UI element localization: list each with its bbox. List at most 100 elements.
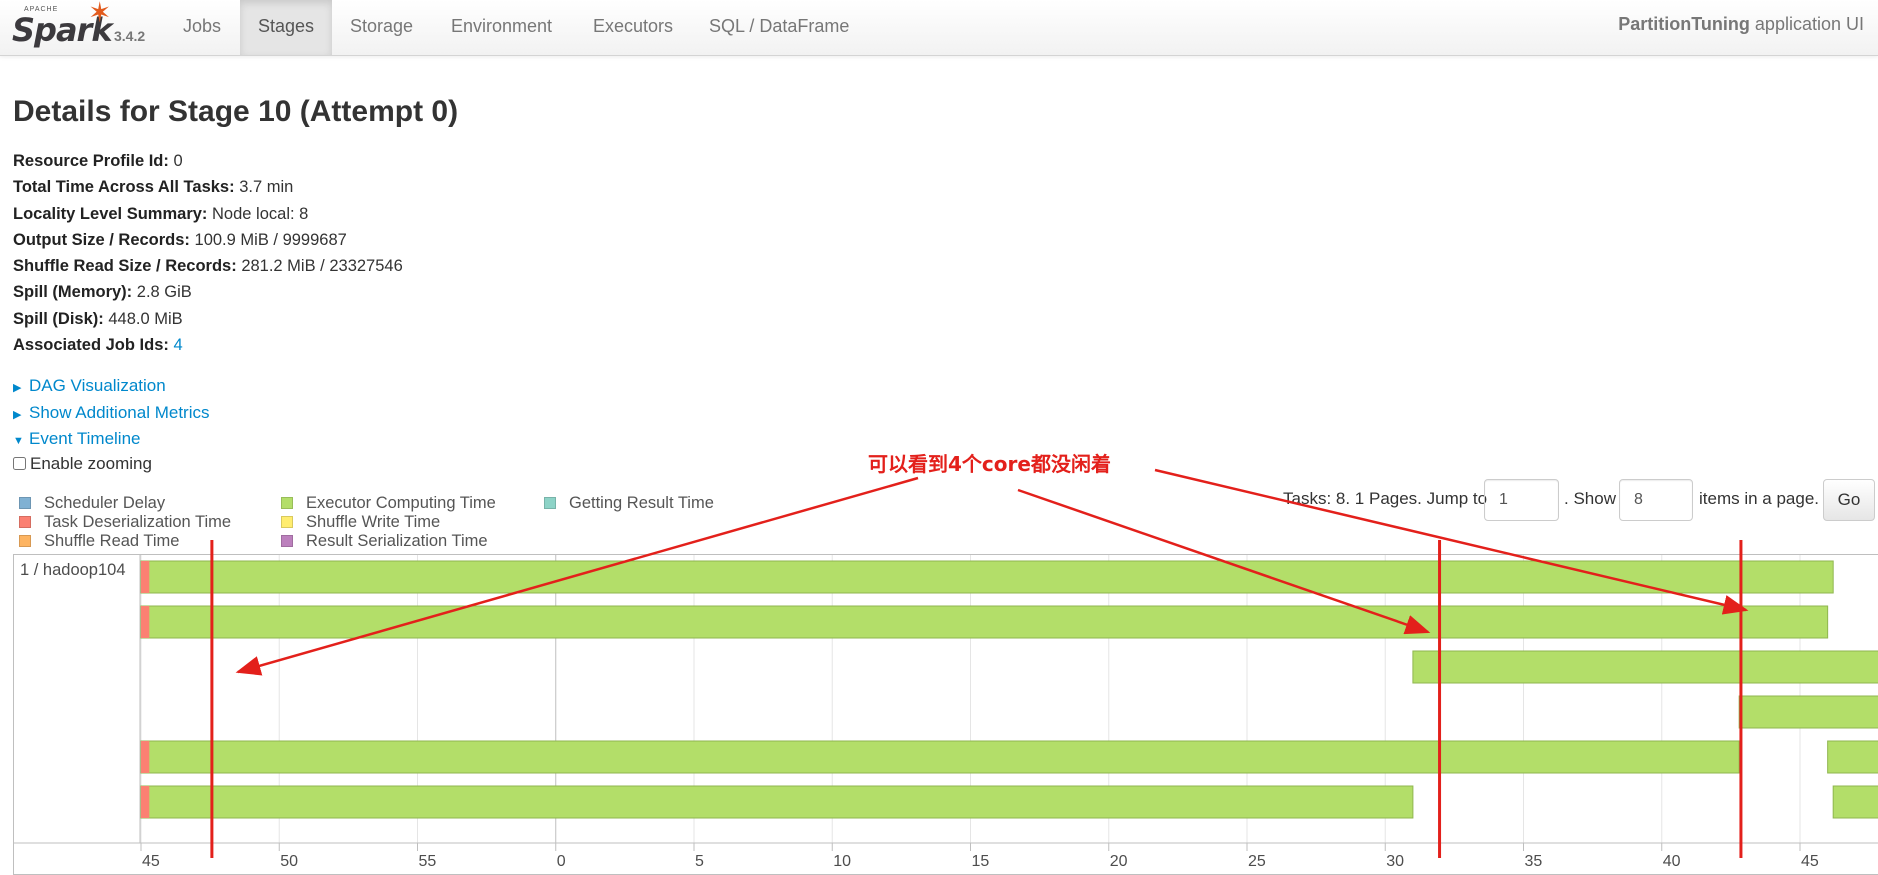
dag-visualization-toggle[interactable]: ▶ DAG Visualization <box>13 376 166 396</box>
axis-tick-label: 45 <box>142 853 160 870</box>
page-size-input[interactable]: 8 <box>1619 479 1693 521</box>
enable-zooming[interactable]: Enable zooming <box>13 454 152 474</box>
caret-right-icon: ▶ <box>13 382 22 394</box>
toggle-label: Event Timeline <box>29 429 141 448</box>
legend-swatch <box>281 497 293 509</box>
summary-job-ids: Associated Job Ids: 4 <box>13 332 403 358</box>
summary-label: Output Size / Records: <box>13 230 190 249</box>
app-name-suffix: application UI <box>1749 14 1864 34</box>
caret-right-icon: ▶ <box>13 409 22 421</box>
timeline-canvas: 45 50 55 0 5 10 15 20 25 30 35 40 45 <box>14 555 1878 870</box>
summary-value: 448.0 MiB <box>108 309 183 328</box>
axis-tick-label: 55 <box>419 853 437 870</box>
legend-executor-computing: Executor Computing Time <box>281 494 496 513</box>
legend-swatch <box>281 516 293 528</box>
stage-summary: Resource Profile Id: 0 Total Time Across… <box>13 148 403 358</box>
legend-label: Task Deserialization Time <box>44 513 232 531</box>
summary-label: Spill (Disk): <box>13 309 104 328</box>
app-name-bold: PartitionTuning <box>1618 14 1750 34</box>
spark-logo[interactable]: APACHE Spark ✶ 3.4.2 <box>10 0 150 52</box>
summary-value: 100.9 MiB / 9999687 <box>194 230 347 249</box>
summary-shuffle-read: Shuffle Read Size / Records: 281.2 MiB /… <box>13 253 403 279</box>
axis-tick-label: 35 <box>1525 853 1543 870</box>
task-bar <box>140 560 1834 594</box>
legend-label: Shuffle Write Time <box>306 513 441 531</box>
axis-tick-label: 45 <box>1801 853 1819 870</box>
show-text: . Show <box>1564 489 1616 508</box>
legend-swatch <box>19 535 31 547</box>
spark-star-icon: ✶ <box>88 0 112 28</box>
legend-label: Getting Result Time <box>569 494 714 512</box>
summary-total-time: Total Time Across All Tasks: 3.7 min <box>13 174 403 200</box>
tab-environment[interactable]: Environment <box>433 0 570 55</box>
tab-storage[interactable]: Storage <box>332 0 431 55</box>
summary-value: Node local: 8 <box>212 204 309 223</box>
legend-label: Executor Computing Time <box>306 494 496 512</box>
axis-tick-label: 5 <box>695 853 704 870</box>
enable-zooming-checkbox[interactable] <box>13 457 26 470</box>
axis-tick-label: 10 <box>833 853 851 870</box>
axis-tick-label: 20 <box>1110 853 1128 870</box>
task-bar <box>140 785 1414 819</box>
axis-tick-label: 25 <box>1248 853 1266 870</box>
tab-jobs[interactable]: Jobs <box>165 0 239 55</box>
legend-task-deserialization: Task Deserialization Time <box>19 513 231 532</box>
legend-scheduler-delay: Scheduler Delay <box>19 494 165 513</box>
task-bar <box>1832 785 1878 819</box>
spark-version: 3.4.2 <box>114 28 146 44</box>
summary-value: 0 <box>173 152 183 170</box>
tasks-count-text: Tasks: 8. 1 Pages. Jump to <box>1283 489 1488 508</box>
job-id-link[interactable]: 4 <box>173 336 182 354</box>
go-button[interactable]: Go <box>1823 479 1875 521</box>
summary-label: Locality Level Summary: <box>13 204 208 223</box>
navbar: APACHE Spark ✶ 3.4.2 Jobs Stages Storage… <box>0 0 1878 56</box>
toggle-label: DAG Visualization <box>29 376 166 395</box>
axis-tick-label: 0 <box>557 853 566 870</box>
event-timeline[interactable]: 45 50 55 0 5 10 15 20 25 30 35 40 45 1 / hadoop104 <box>13 554 1878 875</box>
legend-label: Scheduler Delay <box>44 494 166 512</box>
summary-label: Associated Job Ids: <box>13 336 169 355</box>
summary-label: Spill (Memory): <box>13 283 133 302</box>
enable-zooming-label: Enable zooming <box>30 454 152 473</box>
task-deserialization-segment <box>141 561 150 593</box>
event-timeline-toggle[interactable]: ▼ Event Timeline <box>13 429 141 449</box>
tab-sql-dataframe[interactable]: SQL / DataFrame <box>691 0 867 55</box>
axis-tick-label: 15 <box>972 853 990 870</box>
task-bar <box>1738 695 1878 729</box>
legend-result-serialization: Result Serialization Time <box>281 532 488 551</box>
summary-spill-memory: Spill (Memory): 2.8 GiB <box>13 279 403 305</box>
summary-label: Shuffle Read Size / Records: <box>13 257 237 276</box>
summary-label: Resource Profile Id: <box>13 152 169 170</box>
task-deserialization-segment <box>141 786 150 818</box>
legend-label: Result Serialization Time <box>306 532 488 550</box>
legend-swatch <box>19 497 31 509</box>
page-jump-input[interactable]: 1 <box>1484 479 1559 521</box>
tab-executors[interactable]: Executors <box>575 0 691 55</box>
axis-tick-label: 40 <box>1663 853 1681 870</box>
axis-tick-label: 30 <box>1386 853 1404 870</box>
tab-stages[interactable]: Stages <box>240 0 333 55</box>
summary-value: 281.2 MiB / 23327546 <box>241 257 403 276</box>
axis-tick-label: 50 <box>280 853 298 870</box>
page-title: Details for Stage 10 (Attempt 0) <box>13 95 459 128</box>
task-bar <box>1412 650 1878 684</box>
summary-locality: Locality Level Summary: Node local: 8 <box>13 201 403 227</box>
items-text: items in a page. <box>1699 489 1820 508</box>
additional-metrics-toggle[interactable]: ▶ Show Additional Metrics <box>13 403 209 423</box>
task-bar <box>1827 740 1878 774</box>
summary-output: Output Size / Records: 100.9 MiB / 99996… <box>13 227 403 253</box>
app-name: PartitionTuning application UI <box>1618 14 1864 35</box>
executor-host-label: 1 / hadoop104 <box>20 561 126 579</box>
summary-value: 2.8 GiB <box>136 283 192 302</box>
legend-getting-result: Getting Result Time <box>544 494 714 513</box>
legend-label: Shuffle Read Time <box>44 532 180 550</box>
caret-down-icon: ▼ <box>13 435 24 447</box>
legend-shuffle-read: Shuffle Read Time <box>19 532 179 551</box>
task-bar <box>140 740 1740 774</box>
legend-shuffle-write: Shuffle Write Time <box>281 513 440 532</box>
legend-swatch <box>544 497 556 509</box>
summary-label: Total Time Across All Tasks: <box>13 178 235 197</box>
legend-swatch <box>281 535 293 547</box>
summary-resource-profile: Resource Profile Id: 0 <box>13 148 403 174</box>
summary-spill-disk: Spill (Disk): 448.0 MiB <box>13 306 403 332</box>
